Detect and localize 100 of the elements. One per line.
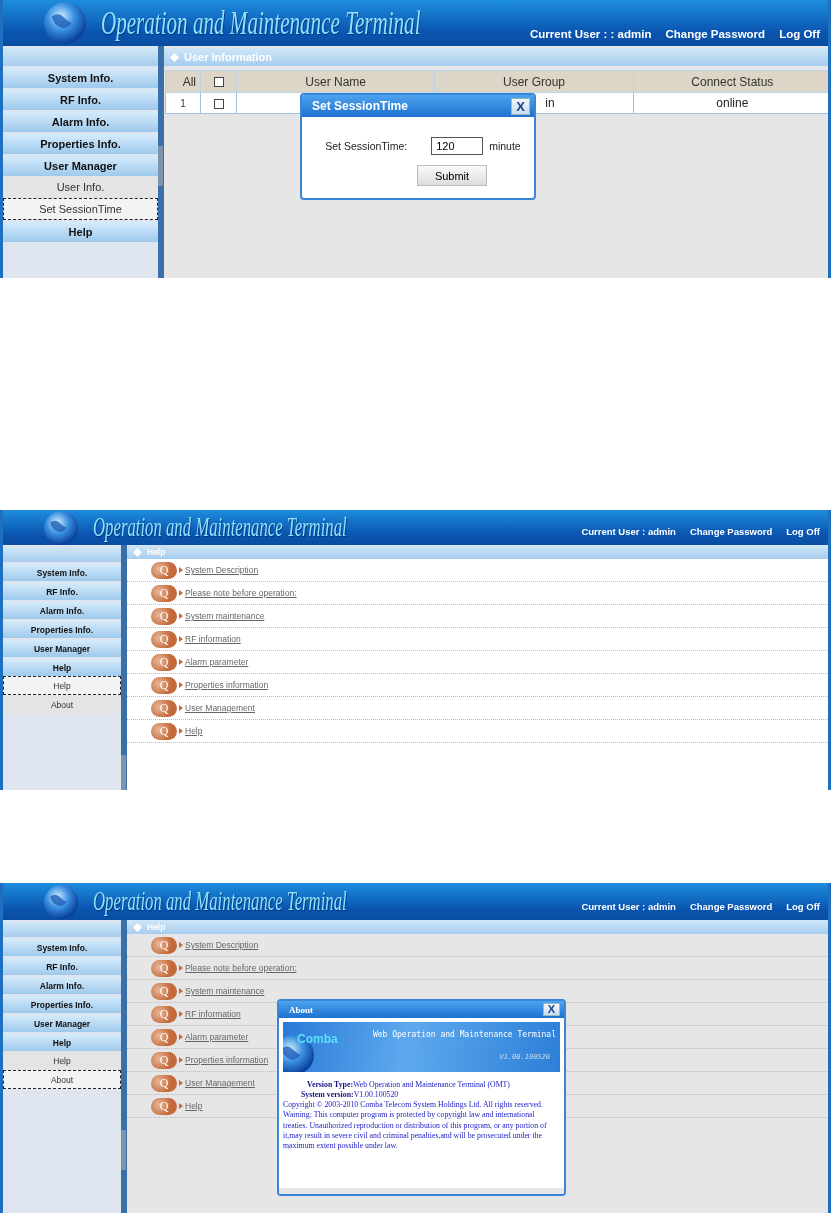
question-badge: Q (151, 959, 177, 977)
pointer-icon (179, 590, 183, 596)
menu-item[interactable]: About (3, 695, 121, 714)
question-badge: Q (151, 630, 177, 648)
dialog-title: Set SessionTime (312, 99, 408, 113)
pointer-icon (179, 1011, 183, 1017)
help-link[interactable]: Alarm parameter (185, 1032, 249, 1042)
help-link[interactable]: System Description (185, 565, 259, 575)
help-link[interactable]: Properties information (185, 680, 269, 690)
menu-group[interactable]: System Info. (3, 68, 158, 88)
menu-group[interactable]: User Manager (3, 156, 158, 176)
menu-item[interactable]: Help (3, 676, 121, 695)
checkbox[interactable] (213, 98, 224, 109)
menu-group[interactable]: Properties Info. (3, 134, 158, 154)
menu-group[interactable]: Alarm Info. (3, 602, 121, 619)
app-title: Operation and Maintenance Terminal (101, 4, 421, 42)
question-badge: Q (151, 676, 177, 694)
help-link[interactable]: System Description (185, 940, 259, 950)
pointer-icon (179, 1057, 183, 1063)
menu-group[interactable]: RF Info. (3, 90, 158, 110)
menu-group[interactable]: Alarm Info. (3, 977, 121, 994)
question-badge: Q (151, 699, 177, 717)
pointer-icon (179, 682, 183, 688)
menu-item[interactable]: User Info. (3, 176, 158, 198)
menu-group[interactable]: RF Info. (3, 583, 121, 600)
header-link[interactable]: Change Password (689, 901, 773, 912)
unit-label: minute (489, 140, 521, 152)
help-link[interactable]: User Management (185, 1078, 255, 1088)
menu-group[interactable]: RF Info. (3, 958, 121, 975)
pointer-icon (179, 705, 183, 711)
menu-group[interactable]: Help (3, 222, 158, 242)
menu-item[interactable]: Help (3, 1051, 121, 1070)
question-badge: Q (151, 607, 177, 625)
help-link[interactable]: Please note before operation: (185, 963, 297, 973)
app-title: Operation and Maintenance Terminal (93, 512, 347, 543)
header-link[interactable]: Log Off (779, 28, 820, 40)
input-field[interactable]: 120 (431, 137, 484, 155)
menu-item[interactable]: Set SessionTime (3, 198, 158, 220)
question-badge: Q (151, 561, 177, 579)
splitter[interactable] (158, 46, 164, 278)
globe-icon (43, 510, 79, 545)
question-badge: Q (151, 722, 177, 740)
panel-title: Help (147, 922, 166, 932)
close-button[interactable]: X (511, 97, 530, 115)
pointer-icon (179, 613, 183, 619)
help-link[interactable]: System maintenance (185, 986, 265, 996)
menu-group[interactable]: System Info. (3, 939, 121, 956)
column-header: All (165, 70, 201, 93)
pointer-icon (179, 988, 183, 994)
checkbox[interactable] (213, 77, 224, 88)
header-link[interactable]: Change Password (665, 28, 766, 40)
current-user: Current User : admin (581, 901, 676, 912)
header-link[interactable]: Log Off (786, 526, 820, 537)
menu-group[interactable]: User Manager (3, 640, 121, 657)
help-link[interactable]: RF information (185, 1009, 241, 1019)
pointer-icon (179, 942, 183, 948)
help-link[interactable]: Help (185, 1101, 203, 1111)
globe-icon (43, 1, 87, 45)
help-link[interactable]: Help (185, 726, 203, 736)
question-badge: Q (151, 653, 177, 671)
menu-item[interactable]: About (3, 1070, 121, 1089)
pointer-icon (179, 1034, 183, 1040)
question-badge: Q (151, 1051, 177, 1069)
pointer-icon (179, 1080, 183, 1086)
question-badge: Q (151, 1074, 177, 1092)
row-number: 1 (165, 92, 201, 114)
question-badge: Q (151, 982, 177, 1000)
help-link[interactable]: User Management (185, 703, 255, 713)
menu-group[interactable]: System Info. (3, 564, 121, 581)
app-title: Operation and Maintenance Terminal (93, 886, 347, 917)
help-link[interactable]: Please note before operation: (185, 588, 297, 598)
menu-group[interactable]: Help (3, 1034, 121, 1051)
splitter[interactable] (121, 920, 127, 1213)
diamond-icon (170, 52, 179, 62)
help-link[interactable]: Properties information (185, 1055, 269, 1065)
menu-group[interactable]: User Manager (3, 1015, 121, 1032)
field-label: Set SessionTime: (325, 140, 408, 152)
menu-group[interactable]: Help (3, 659, 121, 676)
help-link[interactable]: RF information (185, 634, 241, 644)
header-link[interactable]: Change Password (689, 526, 773, 537)
globe-icon (43, 883, 79, 920)
header-link[interactable]: Log Off (786, 901, 820, 912)
question-badge: Q (151, 1097, 177, 1115)
question-badge: Q (151, 936, 177, 954)
column-header: User Name (236, 70, 435, 93)
splitter[interactable] (121, 545, 127, 790)
banner-title: Web Operation and Maintenance Terminal (372, 1030, 556, 1039)
pointer-icon (179, 728, 183, 734)
pointer-icon (179, 1103, 183, 1109)
pointer-icon (179, 659, 183, 665)
help-link[interactable]: Alarm parameter (185, 657, 249, 667)
menu-group[interactable]: Properties Info. (3, 621, 121, 638)
question-badge: Q (151, 1005, 177, 1023)
menu-group[interactable]: Properties Info. (3, 996, 121, 1013)
menu-group[interactable]: Alarm Info. (3, 112, 158, 132)
help-link[interactable]: System maintenance (185, 611, 265, 621)
diamond-icon (133, 922, 142, 932)
submit-button[interactable]: Submit (417, 165, 487, 186)
close-button[interactable]: X (542, 1003, 560, 1016)
question-badge: Q (151, 1028, 177, 1046)
